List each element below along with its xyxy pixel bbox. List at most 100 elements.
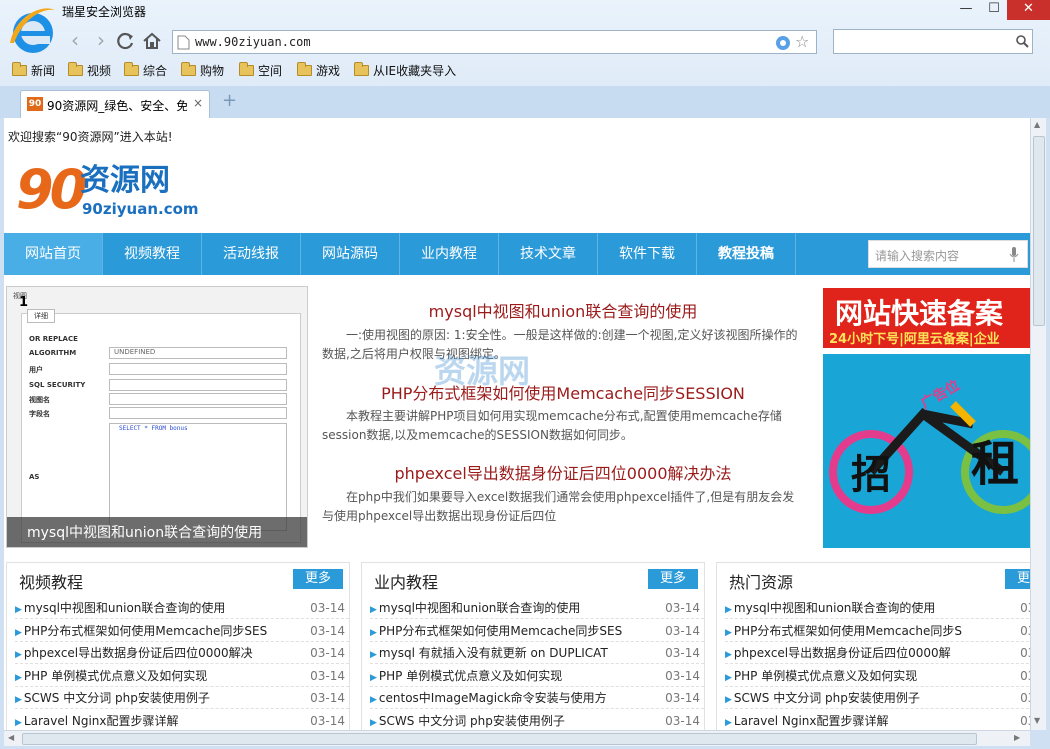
favorite-item[interactable]: 游戏 xyxy=(297,61,340,79)
page-icon xyxy=(177,35,190,50)
list-item-title: PHP 单例模式优点意义及如何实现 xyxy=(378,668,563,683)
favorite-star-icon[interactable]: ☆ xyxy=(795,32,809,51)
list-item-title: phpexcel导出数据身份证后四位0000解决 xyxy=(23,646,253,660)
list-item[interactable]: ▶SCWS 中文分词 php安装使用例子 03-14 xyxy=(15,687,349,709)
list-item[interactable]: ▶mysql中视图和union联合查询的使用 03-14 xyxy=(370,597,704,619)
ad-big-char: 租 xyxy=(971,436,1020,492)
list-item[interactable]: ▶phpexcel导出数据身份证后四位0000解 03-14 xyxy=(725,642,1030,664)
favorite-item[interactable]: 空间 xyxy=(239,61,282,79)
tab-active[interactable]: 90 90资源网_绿色、安全、免 × xyxy=(20,90,210,118)
scroll-left-icon[interactable]: ◀ xyxy=(8,733,14,742)
scroll-right-icon[interactable]: ▶ xyxy=(1014,733,1020,742)
list-item-title: SCWS 中文分词 php安装使用例子 xyxy=(378,713,565,728)
nav-source[interactable]: 网站源码 xyxy=(301,233,400,275)
horizontal-scroll-thumb[interactable] xyxy=(22,733,977,745)
list-item[interactable]: ▶Laravel Nginx配置步骤详解 03-14 xyxy=(725,710,1030,731)
list-item[interactable]: ▶mysql中视图和union联合查询的使用 03-14 xyxy=(15,597,349,619)
bullet-triangle-icon: ▶ xyxy=(370,695,377,705)
main-nav: 网站首页 视频教程 活动线报 网站源码 业内教程 技术文章 软件下载 教程投稿 … xyxy=(4,233,1030,275)
browser-chrome: 瑞星安全浏览器 — ☐ ✕ ‹ › www.90ziyuan.com ☆ 新闻 xyxy=(0,0,1050,118)
favorite-item[interactable]: 视频 xyxy=(68,61,111,79)
bullet-triangle-icon: ▶ xyxy=(725,672,732,683)
list-item[interactable]: ▶ PHP分布式框架如何使用Memcache同步SES 03-14 xyxy=(370,620,704,642)
nav-activity[interactable]: 活动线报 xyxy=(202,233,301,275)
list-item-title: phpexcel导出数据身份证后四位0000解 xyxy=(733,646,951,660)
close-window-button[interactable]: ✕ xyxy=(1007,0,1050,20)
list-item[interactable]: ▶PHP分布式框架如何使用Memcache同步S 03-14 xyxy=(725,620,1030,642)
more-button[interactable]: 更多 xyxy=(1005,569,1030,589)
list-item[interactable]: ▶Laravel Nginx配置步骤详解 03-14 xyxy=(15,710,349,731)
list-item-date: 03-14 xyxy=(1020,601,1030,615)
url-text[interactable]: www.90ziyuan.com xyxy=(195,35,311,49)
bullet-triangle-icon: ▶ xyxy=(370,605,377,615)
ad-banner-beian[interactable]: 网站快速备案 24小时下号|阿里云备案|企业 xyxy=(823,288,1030,348)
list-item[interactable]: ▶PHP 单例模式优点意义及如何实现 03-14 xyxy=(725,665,1030,687)
list-item[interactable]: ▶SCWS 中文分词 php安装使用例子 03-14 xyxy=(725,687,1030,709)
list-item[interactable]: ▶ PHP分布式框架如何使用Memcache同步SES 03-14 xyxy=(15,620,349,642)
form-label: ALGORITHM xyxy=(29,349,77,357)
list-item[interactable]: ▶ centos中ImageMagick命令安装与使用方 03-14 xyxy=(370,687,704,709)
news-title[interactable]: phpexcel导出数据身份证后四位0000解决办法 xyxy=(324,460,802,484)
bullet-triangle-icon: ▶ xyxy=(725,695,732,705)
list-item-title: PHP 单例模式优点意义及如何实现 xyxy=(23,668,208,683)
featured-slider[interactable]: 视图 1 详细 OR REPLACE ALGORITHM UNDEFINED 用… xyxy=(6,286,308,548)
minimize-button[interactable]: — xyxy=(952,0,980,20)
more-button[interactable]: 更多 xyxy=(293,569,343,589)
news-title[interactable]: PHP分布式框架如何使用Memcache同步SESSION xyxy=(324,380,802,404)
home-icon[interactable] xyxy=(142,31,162,51)
slide-caption[interactable]: mysql中视图和union联合查询的使用 xyxy=(7,517,307,547)
new-tab-button[interactable]: + xyxy=(222,90,237,111)
tab-close-icon[interactable]: × xyxy=(193,96,203,110)
nav-submit[interactable]: 教程投稿 xyxy=(697,233,796,275)
column-hot: 热门资源更多▶mysql中视图和union联合查询的使用03-14▶PHP分布式… xyxy=(716,562,1030,730)
favorite-item[interactable]: 新闻 xyxy=(12,61,55,79)
nav-articles[interactable]: 技术文章 xyxy=(499,233,598,275)
list-item[interactable]: ▶PHP 单例模式优点意义及如何实现 03-14 xyxy=(370,665,704,687)
list-item[interactable]: ▶mysql中视图和union联合查询的使用 03-14 xyxy=(725,597,1030,619)
ad-banner-rent[interactable]: 广告位 招 租 xyxy=(823,354,1030,548)
forward-icon[interactable]: › xyxy=(90,30,112,52)
list-item[interactable]: ▶ mysql 有就插入没有就更新 on DUPLICAT 03-14 xyxy=(370,642,704,664)
form-window-title: 视图 xyxy=(13,292,27,300)
address-bar[interactable]: www.90ziyuan.com ☆ xyxy=(172,30,817,54)
nav-industry[interactable]: 业内教程 xyxy=(400,233,499,275)
column-video: 视频教程 更多 ▶ mysql中视图和union联合查询的使用 03-14 ▶ PHP分布式… xyxy=(6,562,350,730)
list-item-date: 03-14 xyxy=(665,668,700,683)
bullet-triangle-icon: ▶ xyxy=(725,717,732,728)
horizontal-scrollbar[interactable]: ◀ ▶ xyxy=(4,730,1030,746)
news-desc: 在php中我们如果要导入excel数据我们通常会使用phpexcel插件了,但是… xyxy=(322,490,795,523)
nav-software[interactable]: 软件下载 xyxy=(598,233,697,275)
vertical-scroll-thumb[interactable] xyxy=(1033,136,1045,326)
news-title[interactable]: mysql中视图和union联合查询的使用 xyxy=(324,298,802,322)
list-item-date: 03-14 xyxy=(1020,713,1030,728)
sql-editor xyxy=(109,423,287,531)
bullet-triangle-icon: ▶ xyxy=(725,627,732,638)
nav-home[interactable]: 网站首页 xyxy=(4,233,103,275)
list-item[interactable]: ▶SCWS 中文分词 php安装使用例子 03-14 xyxy=(370,710,704,731)
vertical-scrollbar[interactable]: ▲ ▼ xyxy=(1030,118,1046,730)
list-item-date: 03-14 xyxy=(310,668,345,683)
microphone-icon[interactable] xyxy=(1009,247,1019,262)
refresh-icon[interactable] xyxy=(116,31,136,51)
scroll-down-icon[interactable]: ▼ xyxy=(1034,716,1040,725)
list-item[interactable]: ▶PHP 单例模式优点意义及如何实现 03-14 xyxy=(15,665,349,687)
list-item[interactable]: ▶ phpexcel导出数据身份证后四位0000解决 03-14 xyxy=(15,642,349,664)
list-item-title: SCWS 中文分词 php安装使用例子 xyxy=(23,691,210,705)
favorite-item[interactable]: 购物 xyxy=(181,61,224,79)
list-item-title: SCWS 中文分词 php安装使用例子 xyxy=(733,691,920,705)
site-logo[interactable]: 90 资源网 90ziyuan.com xyxy=(16,160,199,224)
browser-search-input[interactable] xyxy=(833,29,1033,54)
favorite-item[interactable]: 综合 xyxy=(124,61,167,79)
back-icon[interactable]: ‹ xyxy=(64,30,86,52)
column-title: 业内教程 xyxy=(374,573,439,592)
site-search-input[interactable]: 请输入搜索内容 xyxy=(868,240,1028,268)
maximize-button[interactable]: ☐ xyxy=(980,0,1008,20)
nav-video[interactable]: 视频教程 xyxy=(103,233,202,275)
list-item-date: 03-14 xyxy=(310,691,345,705)
compat-mode-icon[interactable] xyxy=(775,35,791,51)
column-title: 视频教程 xyxy=(19,573,84,592)
favorite-item[interactable]: 从IE收藏夹导入 xyxy=(354,61,456,79)
search-icon[interactable] xyxy=(1016,35,1029,48)
more-button[interactable]: 更多 xyxy=(648,569,698,589)
scroll-up-icon[interactable]: ▲ xyxy=(1034,120,1040,129)
